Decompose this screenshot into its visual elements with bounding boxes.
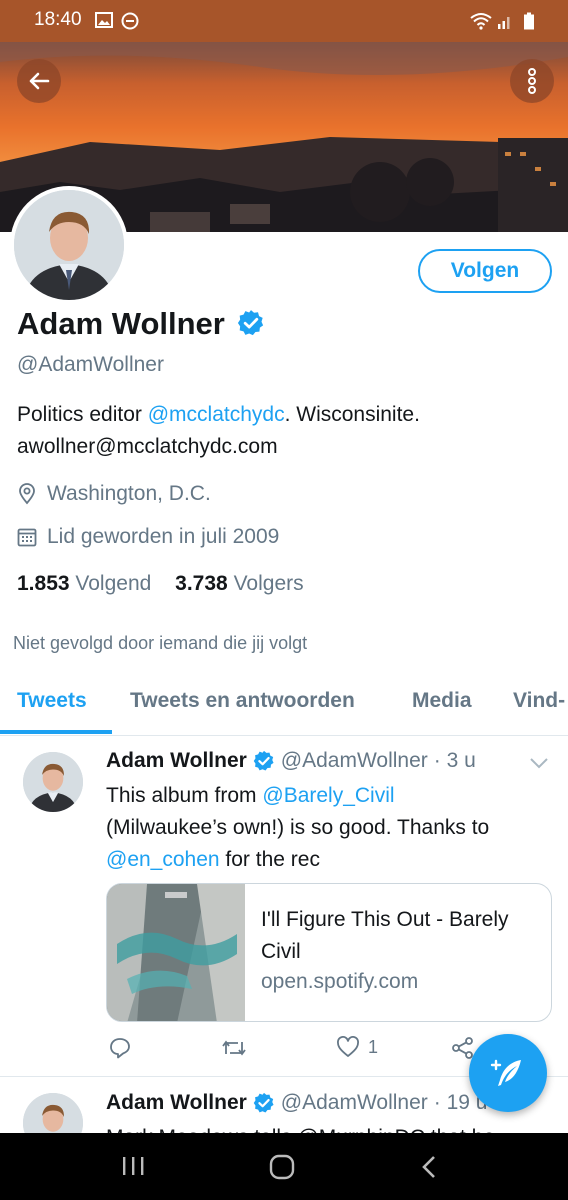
active-tab-indicator bbox=[0, 730, 112, 734]
card-domain: open.spotify.com bbox=[261, 970, 419, 993]
verified-badge-icon bbox=[253, 750, 274, 771]
bio-text: Politics editor bbox=[17, 403, 148, 426]
followers-you-know-note: Niet gevolgd door iemand die jij volgt bbox=[13, 633, 308, 653]
tweet-author-handle[interactable]: @AdamWollner bbox=[281, 1091, 428, 1115]
gallery-icon bbox=[95, 12, 113, 33]
tweet-text-part: for the rec bbox=[219, 848, 320, 871]
tab-media[interactable]: Media bbox=[412, 689, 472, 713]
wifi-icon bbox=[470, 12, 492, 35]
back-arrow-icon bbox=[29, 72, 50, 90]
profile-bio: Politics editor @mcclatchydc. Wisconsini… bbox=[17, 399, 557, 463]
tweet-avatar[interactable] bbox=[23, 752, 83, 812]
album-cover-image bbox=[107, 884, 245, 1021]
tweet-mention-link[interactable]: @Barely_Civil bbox=[262, 784, 394, 807]
more-vertical-icon bbox=[528, 68, 536, 94]
follow-counts: 1.853 Volgend 3.738 Volgers bbox=[17, 572, 304, 596]
profile-handle: @AdamWollner bbox=[17, 353, 164, 376]
profile-name-text: Adam Wollner bbox=[17, 306, 225, 341]
profile-name: Adam Wollner bbox=[17, 306, 265, 342]
tweet-header: Adam Wollner @AdamWollner · 19 u bbox=[106, 1091, 487, 1115]
status-time: 18:40 bbox=[34, 9, 82, 30]
calendar-icon bbox=[17, 528, 37, 547]
tweet-author-handle[interactable]: @AdamWollner bbox=[281, 749, 428, 773]
link-preview-card[interactable]: I'll Figure This Out - Barely Civil open… bbox=[106, 883, 552, 1022]
profile-avatar[interactable] bbox=[10, 186, 128, 304]
reply-button[interactable] bbox=[108, 1036, 132, 1060]
reply-icon bbox=[110, 1038, 130, 1059]
system-back-button[interactable] bbox=[420, 1155, 438, 1184]
tweet-author-name[interactable]: Adam Wollner bbox=[106, 1091, 247, 1115]
retweet-button[interactable] bbox=[221, 1036, 247, 1060]
bio-mention-link[interactable]: @mcclatchydc bbox=[148, 403, 285, 426]
home-button[interactable] bbox=[268, 1154, 296, 1185]
tab-tweets[interactable]: Tweets bbox=[17, 689, 87, 713]
profile-location: Washington, D.C. bbox=[17, 482, 211, 506]
heart-icon bbox=[337, 1036, 359, 1057]
tweet-mention-link[interactable]: @en_cohen bbox=[106, 848, 220, 871]
avatar-image bbox=[14, 190, 124, 300]
like-button[interactable]: 1 bbox=[336, 1036, 378, 1058]
tweet-text: Mark Meadows tells @MurphinDC that he bbox=[106, 1122, 495, 1133]
compose-feather-icon bbox=[490, 1059, 521, 1086]
bio-email: awollner@mcclatchydc.com bbox=[17, 435, 278, 458]
joined-text: Lid geworden in juli 2009 bbox=[47, 525, 280, 548]
bio-text-suffix: . Wisconsinite. bbox=[284, 403, 420, 426]
more-options-button[interactable] bbox=[510, 59, 554, 103]
retweet-icon bbox=[222, 1040, 246, 1056]
tweet-header: Adam Wollner @AdamWollner · 3 u bbox=[106, 749, 476, 773]
followers-label: Volgers bbox=[233, 572, 304, 595]
following-label: Volgend bbox=[75, 572, 152, 595]
signal-icon bbox=[497, 12, 513, 35]
compose-tweet-button[interactable] bbox=[469, 1034, 547, 1112]
card-title: I'll Figure This Out - Barely Civil bbox=[261, 908, 509, 963]
verified-badge-icon bbox=[238, 310, 264, 336]
followers-stat[interactable]: 3.738 Volgers bbox=[175, 572, 303, 595]
recent-apps-icon bbox=[123, 1157, 144, 1175]
tweet-text-part: (Milwaukee’s own!) is so good. Thanks to bbox=[106, 816, 490, 839]
battery-icon bbox=[523, 12, 535, 35]
following-count: 1.853 bbox=[17, 572, 70, 595]
tab-likes[interactable]: Vind- bbox=[513, 689, 565, 713]
recent-apps-button[interactable] bbox=[120, 1155, 146, 1182]
chevron-down-icon bbox=[530, 758, 548, 769]
avatar-image bbox=[23, 1093, 83, 1133]
location-pin-icon bbox=[19, 483, 35, 505]
system-nav-bar bbox=[0, 1133, 568, 1200]
verified-badge-icon bbox=[253, 1092, 274, 1113]
profile-joined: Lid geworden in juli 2009 bbox=[17, 525, 279, 549]
following-stat[interactable]: 1.853 Volgend bbox=[17, 572, 151, 595]
profile-tabs: Tweets Tweets en antwoorden Media Vind- bbox=[0, 680, 568, 736]
status-bar: 18:40 bbox=[0, 0, 568, 42]
tweet-time: · 3 u bbox=[433, 749, 476, 772]
home-icon bbox=[269, 1154, 295, 1180]
do-not-disturb-icon bbox=[121, 12, 139, 35]
followers-count: 3.738 bbox=[175, 572, 228, 595]
back-chevron-icon bbox=[422, 1156, 435, 1178]
tweet-avatar[interactable] bbox=[23, 1093, 83, 1133]
tweet-text-part: This album from bbox=[106, 784, 263, 807]
tab-tweets-and-replies[interactable]: Tweets en antwoorden bbox=[130, 689, 355, 713]
tweet-author-name[interactable]: Adam Wollner bbox=[106, 749, 247, 773]
location-text: Washington, D.C. bbox=[47, 482, 211, 505]
tweet-text: This album from @Barely_Civil (Milwaukee… bbox=[106, 780, 556, 876]
back-button[interactable] bbox=[17, 59, 61, 103]
tweet-menu-button[interactable] bbox=[528, 756, 550, 775]
like-count: 1 bbox=[368, 1036, 379, 1057]
avatar-image bbox=[23, 752, 83, 812]
follow-button[interactable]: Volgen bbox=[418, 249, 552, 293]
